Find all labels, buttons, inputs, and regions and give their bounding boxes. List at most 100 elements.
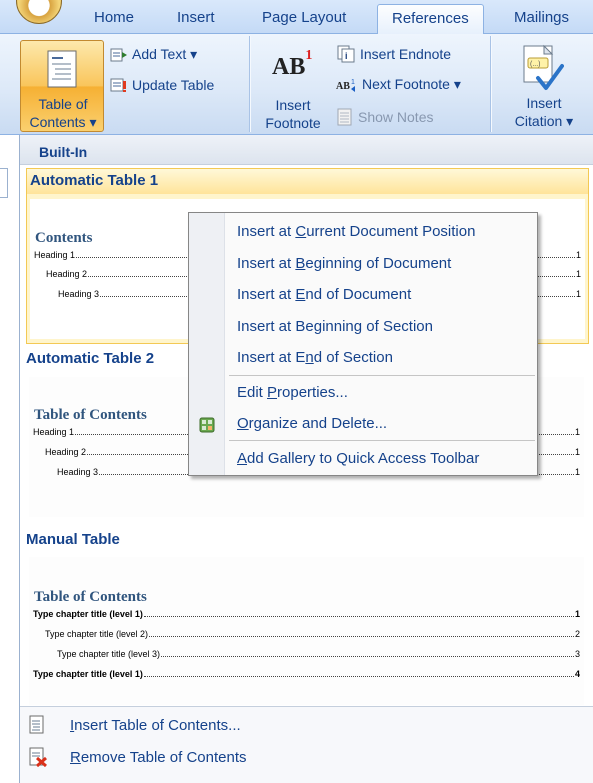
access-key: C	[295, 223, 307, 240]
show-notes-icon	[337, 108, 352, 126]
insert-at-current-position-item[interactable]: Insert at Current Document Position	[237, 223, 475, 240]
insert-citation-icon: (...)	[523, 44, 564, 90]
table-of-contents-icon	[47, 50, 77, 88]
add-text-icon	[110, 48, 127, 61]
table-of-contents-button[interactable]: Table of Contents ▾	[20, 40, 104, 132]
insert-footnote-line2: Footnote	[265, 115, 321, 131]
show-notes-label: Show Notes	[358, 109, 434, 125]
preview-line-text: Heading 2	[46, 269, 88, 279]
gallery-header: Automatic Table 1	[27, 169, 588, 194]
insert-table-of-contents-item[interactable]: Insert Table of Contents...	[20, 711, 593, 741]
label-part: inning of Section	[322, 318, 433, 335]
gallery-header: Automatic Table 2	[26, 350, 155, 367]
menu-separator	[229, 375, 535, 376]
preview-line-page: 2	[574, 629, 580, 639]
label-part: roperties...	[277, 384, 348, 401]
update-table-button[interactable]: Update Table	[110, 77, 214, 93]
preview-line: Type chapter title (level 1) 4	[33, 669, 580, 679]
preview-line-text: Type chapter title (level 3)	[57, 649, 161, 659]
insert-citation-button[interactable]: (...) Insert Citation ▾	[500, 40, 588, 132]
insert-citation-line1: Insert	[526, 95, 562, 111]
label-part: Insert at	[237, 286, 296, 303]
access-key: R	[70, 749, 81, 766]
preview-line-text: Type chapter title (level 1)	[33, 609, 143, 619]
preview-line-text: Heading 2	[45, 447, 87, 457]
label-part: nd of Document	[305, 286, 412, 303]
svg-text:i: i	[345, 51, 348, 61]
preview-line-page: 1	[574, 467, 580, 477]
preview-line-text: Heading 1	[33, 427, 75, 437]
document-edge	[0, 168, 8, 198]
svg-text:(...): (...)	[530, 61, 541, 68]
show-notes-button[interactable]: Show Notes	[336, 108, 433, 126]
preview-line-text: Type chapter title (level 2)	[45, 629, 149, 639]
edit-properties-item[interactable]: Edit Properties...	[237, 384, 348, 401]
preview-line-text: Heading 3	[58, 289, 100, 299]
insert-citation-line2: Citation ▾	[514, 113, 574, 129]
insert-footnote-label: Insert Footnote	[258, 96, 328, 132]
access-key: A	[237, 450, 248, 467]
label-part: Insert at	[237, 223, 296, 240]
insert-endnote-button[interactable]: i Insert Endnote	[336, 45, 451, 63]
next-footnote-label: Next Footnote ▾	[362, 76, 461, 92]
context-menu-icon-strip	[189, 213, 225, 475]
label-part: urrent Document Position	[306, 223, 476, 240]
insert-endnote-icon: i	[337, 45, 355, 63]
label-part: d of Section	[313, 349, 393, 366]
access-key: B	[295, 255, 306, 272]
tab-references[interactable]: References	[377, 4, 484, 35]
ribbon-tabs-bar: Home Insert Page Layout References Maili…	[0, 0, 593, 35]
insert-footnote-line1: Insert	[275, 97, 311, 113]
group-separator	[249, 36, 250, 132]
insert-at-beginning-of-document-item[interactable]: Insert at Beginning of Document	[237, 255, 451, 272]
insert-at-beginning-of-section-item[interactable]: Insert at Beginning of Section	[237, 318, 433, 335]
svg-text:1: 1	[351, 79, 355, 86]
preview-line: Type chapter title (level 1) 1	[33, 609, 580, 619]
preview-title: Contents	[35, 230, 93, 246]
preview-line-page: 1	[574, 447, 580, 457]
tab-page-layout[interactable]: Page Layout	[262, 9, 346, 26]
preview-line: Type chapter title (level 3) 3	[57, 649, 580, 659]
remove-table-of-contents-item[interactable]: Remove Table of Contents	[20, 743, 593, 773]
preview-line-text: Type chapter title (level 1)	[33, 669, 143, 679]
preview-line-page: 1	[575, 269, 581, 279]
access-key: E	[295, 286, 306, 303]
preview-line-text: Heading 1	[34, 250, 76, 260]
preview-line-page: 1	[575, 289, 581, 299]
insert-footnote-button[interactable]: AB1 Insert Footnote	[258, 42, 328, 134]
add-gallery-to-quick-access-toolbar-item[interactable]: Add Gallery to Quick Access Toolbar	[237, 450, 479, 467]
insert-at-end-of-document-item[interactable]: Insert at End of Document	[237, 286, 411, 303]
tab-mailings[interactable]: Mailings	[514, 9, 569, 26]
gallery-manual-table[interactable]: Manual Table Table of Contents Type chap…	[26, 527, 589, 705]
access-key: n	[305, 349, 314, 366]
label-part: Insert at	[237, 255, 296, 272]
next-footnote-button[interactable]: AB 1 Next Footnote ▾	[336, 76, 461, 93]
group-separator	[490, 36, 491, 132]
tab-home[interactable]: Home	[94, 9, 134, 26]
toc-label-line2: Contents ▾	[29, 114, 97, 130]
label-part: Edit	[237, 384, 268, 401]
label-part: emove Table of Contents	[80, 749, 247, 766]
preview-line-page: 1	[575, 250, 581, 260]
table-of-contents-label: Table of Contents ▾	[21, 95, 105, 131]
footnote-super: 1	[305, 48, 313, 63]
preview-line: Type chapter title (level 2) 2	[45, 629, 580, 639]
organize-and-delete-item[interactable]: Organize and Delete...	[237, 415, 387, 432]
office-button-icon[interactable]	[16, 0, 62, 24]
toc-label-line1: Table of	[38, 96, 88, 112]
built-in-section-header: Built-In	[20, 135, 593, 165]
update-table-label: Update Table	[132, 77, 215, 93]
add-text-button[interactable]: Add Text ▾	[110, 46, 197, 63]
menu-separator	[229, 440, 535, 441]
preview-line-page: 3	[574, 649, 580, 659]
preview-line-page: 1	[574, 609, 580, 619]
gallery-header: Manual Table	[26, 531, 120, 548]
remove-toc-label: Remove Table of Contents	[70, 749, 247, 766]
preview-line-page: 1	[574, 427, 580, 437]
gallery-preview: Table of Contents Type chapter title (le…	[29, 557, 584, 705]
insert-at-end-of-section-item[interactable]: Insert at End of Section	[237, 349, 393, 366]
update-table-icon	[110, 78, 126, 92]
insert-toc-icon	[29, 715, 44, 734]
svg-text:AB: AB	[336, 81, 350, 92]
tab-insert[interactable]: Insert	[177, 9, 215, 26]
